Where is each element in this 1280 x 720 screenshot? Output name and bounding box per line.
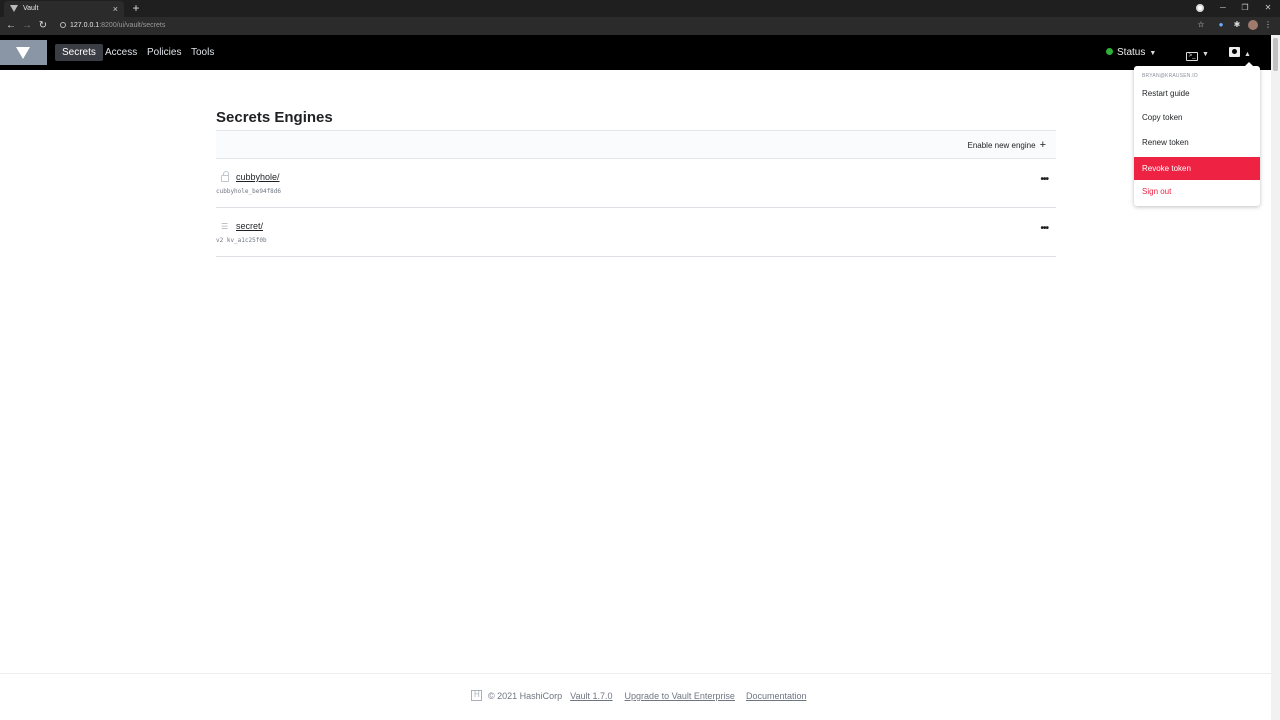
close-window-icon[interactable]: ✕ (1256, 0, 1280, 15)
back-icon[interactable]: ← (4, 17, 18, 35)
reload-icon[interactable]: ↻ (36, 17, 50, 35)
page-footer: © 2021 HashiCorp Vault 1.7.0 Upgrade to Va… (0, 673, 1271, 720)
status-label: Status (1117, 47, 1146, 58)
extensions-puzzle-icon[interactable]: ✱ (1232, 20, 1242, 30)
terminal-icon: >_ (1186, 52, 1198, 61)
engine-accessor: cubbyhole_be94f8d6 (216, 188, 282, 195)
chevron-up-icon: ▲ (1244, 51, 1251, 58)
nav-policies[interactable]: Policies (140, 44, 188, 61)
signed-in-username: BRYAN@KRAUSEN.IO (1142, 73, 1198, 79)
menu-item-revoke-token[interactable]: Revoke token (1134, 157, 1260, 180)
engine-row-secret[interactable]: ☰ secret/ v2 kv_a1c25f0b ••• (216, 208, 1056, 257)
minimize-icon[interactable]: ─ (1211, 0, 1235, 15)
user-dropdown-menu: BRYAN@KRAUSEN.IO Restart guide Copy toke… (1134, 62, 1260, 206)
vault-logo[interactable] (0, 40, 47, 65)
dropdown-caret (1244, 62, 1254, 67)
new-tab-button[interactable]: + (130, 0, 142, 16)
browser-tab-title: Vault (23, 5, 39, 12)
footer-documentation-link[interactable]: Documentation (746, 691, 807, 701)
record-icon[interactable] (1196, 4, 1204, 12)
menu-item-copy-token[interactable]: Copy token (1134, 107, 1260, 129)
hashicorp-logo-icon (471, 690, 482, 701)
restore-icon[interactable]: ❐ (1233, 0, 1257, 15)
url-host: 127.0.0.1 (70, 22, 100, 29)
url-path: :8200/ui/vault/secrets (99, 22, 166, 29)
secrets-toolbar: Enable new engine + (216, 130, 1056, 159)
browser-menu-icon[interactable]: ⋮ (1263, 20, 1273, 30)
browser-toolbar: ← → ↻ 127.0.0.1:8200/ui/vault/secrets ☆ … (0, 17, 1280, 35)
profile-avatar-icon[interactable] (1248, 20, 1258, 30)
nav-secrets[interactable]: Secrets (55, 44, 103, 61)
enable-new-engine-label: Enable new engine (967, 141, 1036, 150)
engine-accessor: v2 kv_a1c25f0b (216, 237, 267, 244)
user-menu-button[interactable]: ▲ (1229, 45, 1251, 61)
engine-link-cubbyhole[interactable]: cubbyhole/ (236, 172, 280, 182)
page-scrollbar-thumb[interactable] (1273, 38, 1278, 71)
browser-tab[interactable]: Vault × (4, 1, 124, 17)
status-dot-icon (1106, 48, 1113, 55)
page-scrollbar[interactable] (1271, 35, 1280, 720)
vault-triangle-icon (16, 47, 30, 59)
console-toggle-button[interactable]: >_ ▼ (1186, 45, 1209, 61)
footer-copyright: © 2021 HashiCorp (488, 691, 563, 701)
user-icon (1229, 47, 1240, 57)
vault-header: Secrets Access Policies Tools Status ▼ >_… (0, 35, 1280, 70)
bookmark-star-icon[interactable]: ☆ (1196, 20, 1206, 30)
lock-icon (221, 171, 229, 182)
extension-icon[interactable]: ● (1216, 20, 1226, 30)
menu-item-restart-guide[interactable]: Restart guide (1134, 83, 1260, 105)
enable-new-engine-button[interactable]: Enable new engine + (968, 138, 1047, 153)
status-menu-button[interactable]: Status ▼ (1106, 45, 1156, 61)
nav-tools[interactable]: Tools (184, 44, 221, 61)
more-options-button[interactable]: ••• (1040, 174, 1048, 185)
more-options-button[interactable]: ••• (1040, 223, 1048, 234)
page-title: Secrets Engines (216, 109, 333, 126)
vault-favicon-icon (10, 5, 18, 12)
menu-item-sign-out[interactable]: Sign out (1134, 181, 1260, 203)
close-tab-icon[interactable]: × (113, 1, 118, 17)
footer-version-link[interactable]: Vault 1.7.0 (570, 691, 612, 701)
plus-icon: + (1039, 139, 1046, 151)
list-icon: ☰ (221, 222, 229, 231)
address-bar[interactable]: 127.0.0.1:8200/ui/vault/secrets (54, 19, 1204, 33)
site-info-icon[interactable] (60, 22, 66, 28)
menu-item-renew-token[interactable]: Renew token (1134, 132, 1260, 154)
browser-tab-strip: Vault × + ─ ❐ ✕ (0, 0, 1280, 17)
engine-link-secret[interactable]: secret/ (236, 221, 263, 231)
chevron-down-icon: ▼ (1202, 51, 1209, 58)
forward-icon[interactable]: → (20, 17, 34, 35)
chevron-down-icon: ▼ (1149, 50, 1157, 57)
footer-upgrade-link[interactable]: Upgrade to Vault Enterprise (625, 691, 735, 701)
engine-row-cubbyhole[interactable]: cubbyhole/ cubbyhole_be94f8d6 ••• (216, 159, 1056, 208)
nav-access[interactable]: Access (98, 44, 144, 61)
